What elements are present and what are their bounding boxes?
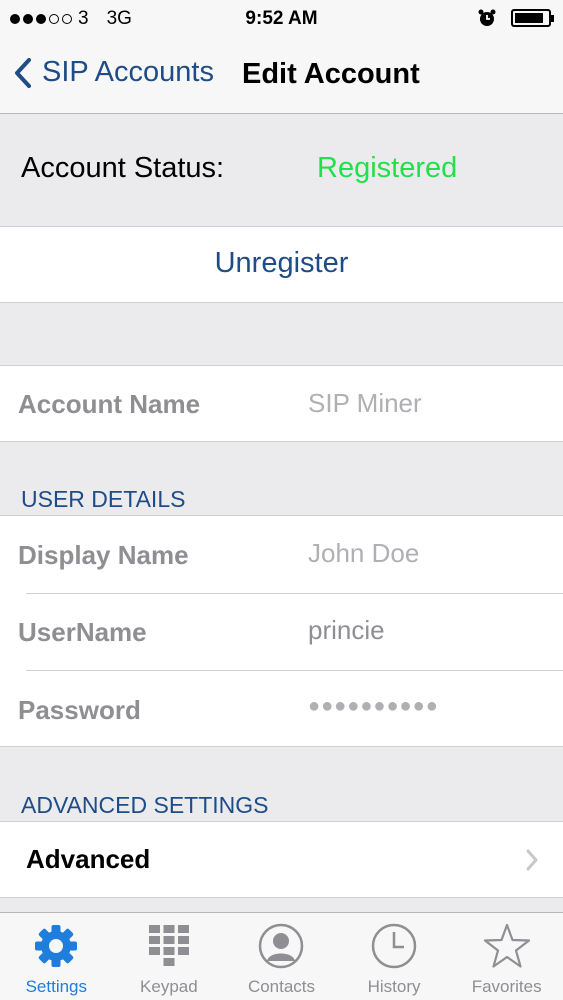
tab-settings[interactable]: Settings [0,913,113,1000]
tab-history[interactable]: History [338,913,451,1000]
alarm-icon [478,9,496,26]
account-name-label: Account Name [18,389,201,419]
back-label: SIP Accounts [42,56,214,88]
advanced-settings-header: ADVANCED SETTINGS [21,792,269,818]
status-right [477,8,554,28]
advanced-label: Advanced [26,844,151,874]
tab-label: History [367,977,421,996]
username-field[interactable]: princie [308,615,385,646]
clock-icon [371,923,417,969]
status-bar: 3 3G 9:52 AM [0,0,563,36]
page-title: Edit Account [242,58,420,90]
account-name-row[interactable]: Account Name SIP Miner [0,365,563,442]
account-name-field[interactable]: SIP Miner [308,388,422,419]
star-icon [483,923,530,968]
tab-favorites[interactable]: Favorites [450,913,563,1000]
divider [26,670,563,671]
tab-label: Favorites [471,977,542,996]
user-details-group: Display Name John Doe UserName princie P… [0,515,563,747]
account-status-value: Registered [317,152,458,184]
password-label: Password [18,695,141,725]
back-button[interactable]: SIP Accounts [14,56,214,89]
chevron-left-icon [15,57,31,88]
contacts-icon [259,923,304,969]
tab-label: Keypad [140,977,198,996]
username-label: UserName [18,617,147,647]
advanced-row[interactable]: Advanced [0,821,563,898]
navigation-bar: SIP Accounts Edit Account [0,36,563,114]
display-name-label: Display Name [18,540,189,570]
user-details-header: USER DETAILS [21,486,186,512]
battery-icon [511,9,554,27]
password-field[interactable]: ●●●●●●●●●● [308,695,439,718]
gear-icon [35,925,78,967]
tab-label: Settings [25,977,88,996]
tab-contacts[interactable]: Contacts [225,913,338,1000]
keypad-icon [148,925,189,966]
unregister-button[interactable]: Unregister [0,226,563,303]
chevron-right-icon [526,849,538,871]
tab-bar: Settings Keypad Contacts History Favorit… [0,912,563,1000]
account-status-label: Account Status: [21,152,225,184]
divider [26,593,563,594]
display-name-field[interactable]: John Doe [308,538,419,569]
account-status-section: Account Status: Registered [0,114,563,226]
tab-label: Contacts [247,977,316,996]
tab-keypad[interactable]: Keypad [113,913,226,1000]
